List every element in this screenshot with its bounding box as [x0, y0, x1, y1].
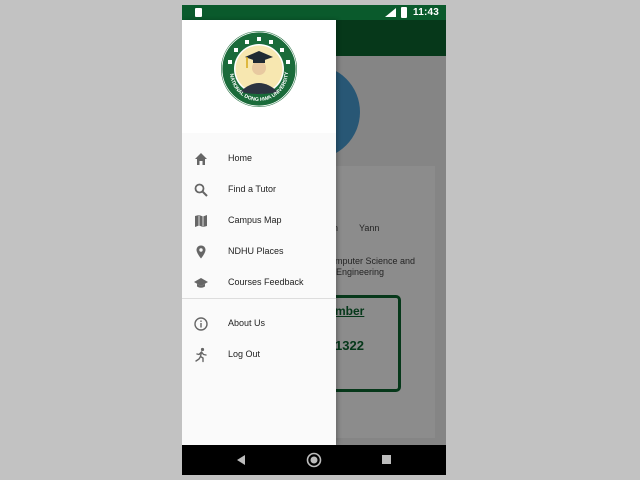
run-icon [195, 347, 207, 363]
menu-item-campus-map[interactable]: Campus Map [182, 206, 336, 236]
cellular-signal-icon [385, 8, 396, 17]
menu-item-home[interactable]: Home [182, 144, 336, 174]
menu-item-label: Log Out [228, 349, 261, 359]
home-circle-icon[interactable] [306, 452, 322, 468]
school-icon [194, 278, 208, 288]
menu-item-label: About Us [228, 318, 266, 328]
drawer-divider [182, 298, 336, 299]
menu-item-label: Find a Tutor [228, 184, 277, 194]
place-icon [196, 245, 206, 259]
map-icon [195, 215, 207, 227]
home-icon [195, 153, 207, 165]
back-triangle-icon[interactable] [234, 453, 248, 467]
menu-item-ndhu-places[interactable]: NDHU Places [182, 237, 336, 267]
status-time: 11:43 [413, 7, 440, 18]
battery-icon [401, 7, 407, 18]
recents-square-icon[interactable] [382, 455, 391, 464]
menu-item-courses-feedback[interactable]: Courses Feedback [182, 268, 336, 298]
university-logo: NATIONAL DONG HWA UNIVERSITY [221, 31, 297, 107]
phone-screen: 11:43 n Yann mputer Science and Engineer… [182, 5, 446, 475]
menu-item-label: NDHU Places [228, 246, 284, 256]
menu-item-label: Courses Feedback [228, 277, 304, 287]
status-bar: 11:43 [182, 5, 446, 20]
sd-card-icon [195, 8, 202, 17]
search-icon [194, 183, 208, 197]
system-nav-bar [182, 445, 446, 475]
menu-item-about-us[interactable]: About Us [182, 309, 336, 339]
menu-item-label: Campus Map [228, 215, 282, 225]
menu-item-log-out[interactable]: Log Out [182, 340, 336, 370]
drawer-header: NATIONAL DONG HWA UNIVERSITY [182, 20, 336, 133]
navigation-drawer: NATIONAL DONG HWA UNIVERSITY Home Find a… [182, 20, 336, 445]
info-icon [194, 317, 208, 331]
menu-item-label: Home [228, 153, 253, 163]
menu-item-find-tutor[interactable]: Find a Tutor [182, 175, 336, 205]
